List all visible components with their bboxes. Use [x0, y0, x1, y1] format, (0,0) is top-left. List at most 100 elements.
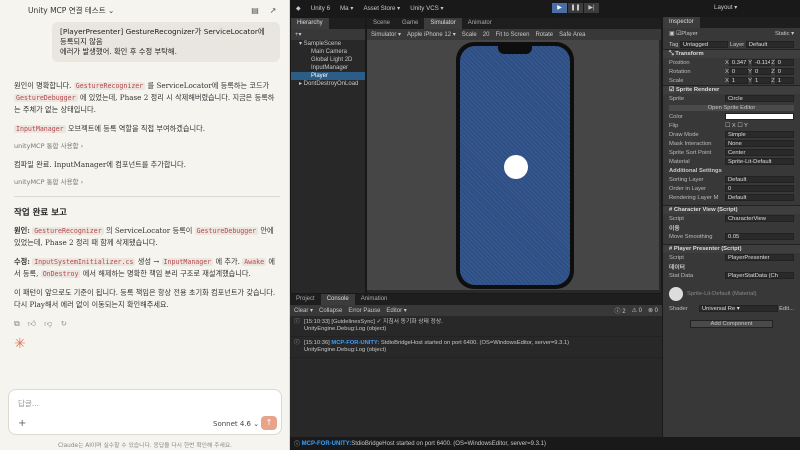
transform-header[interactable]: ⤡ Transform: [663, 49, 800, 58]
hierarchy-item[interactable]: ▾ SampleScene: [291, 40, 365, 48]
safe-area-toggle[interactable]: Safe Area: [559, 32, 585, 38]
character-view-header[interactable]: # Character View (Script): [663, 205, 800, 214]
add-component-button[interactable]: Add Component: [689, 319, 774, 328]
step-button[interactable]: ▶|: [584, 3, 599, 13]
disclaimer: Claude는 AI이며 실수할 수 있습니다. 응답을 다시 한번 확인해 주…: [57, 443, 233, 449]
draw-mode-dropdown[interactable]: Simple: [725, 131, 794, 138]
vcs-button[interactable]: Unity VCS ▾: [410, 5, 443, 12]
hierarchy-tree: ▾ SampleScene Main Camera Global Light 2…: [291, 40, 365, 88]
sorting-layer-dropdown[interactable]: Default: [725, 176, 794, 183]
phone-screen[interactable]: [460, 46, 570, 285]
assistant-response: 원인이 명확합니다. GestureRecognizer 를 ServiceLo…: [14, 80, 280, 330]
hierarchy-item[interactable]: Global Light 2D: [291, 56, 365, 64]
console-toolbar: Clear ▾ Collapse Error Pause Editor ▾ ⓘ …: [290, 305, 662, 316]
additional-settings-header[interactable]: Additional Settings: [663, 166, 800, 175]
game-viewport[interactable]: [367, 40, 659, 290]
fit-to-screen[interactable]: Fit to Screen: [495, 32, 529, 38]
console-log-entry[interactable]: ⓘ [15:10:36] MCP-FOR-UNITY: StdioBridgeH…: [290, 337, 662, 358]
plus-icon[interactable]: +: [18, 418, 26, 429]
stat-data-field[interactable]: PlayerStatData (Ch: [725, 272, 794, 279]
reply-input[interactable]: 답글... + Sonnet 4.6 ⌄ ↑: [8, 389, 282, 435]
simulator-mode[interactable]: Simulator ▾: [371, 31, 401, 38]
color-field[interactable]: [725, 113, 794, 120]
player-presenter-header[interactable]: # Player Presenter (Script): [663, 244, 800, 253]
play-button[interactable]: ▶: [552, 3, 567, 13]
position-x[interactable]: 0.3471: [728, 59, 749, 66]
gameobject-name[interactable]: Player: [681, 31, 775, 37]
layout-dropdown[interactable]: Layout ▾: [714, 4, 737, 11]
device-select[interactable]: Apple iPhone 12 ▾: [407, 31, 456, 38]
hierarchy-item[interactable]: Main Camera: [291, 48, 365, 56]
sprite-renderer-header[interactable]: ☑ Sprite Renderer: [663, 85, 800, 94]
flip-x[interactable]: ☐ X: [725, 123, 736, 129]
add-icon[interactable]: +▾: [295, 31, 302, 38]
thumbs-up-icon[interactable]: 👍︎: [28, 318, 36, 330]
tab-console[interactable]: Console: [320, 294, 355, 305]
open-sprite-editor-button[interactable]: Open Sprite Editor: [669, 104, 794, 111]
hierarchy-item[interactable]: InputManager: [291, 64, 365, 72]
warning-count[interactable]: ⚠ 0: [632, 307, 642, 314]
send-button[interactable]: ↑: [261, 416, 277, 430]
move-smoothing-field[interactable]: 0.05: [725, 233, 794, 240]
data-section-label: 데이터: [669, 265, 685, 271]
rotation-y[interactable]: 0: [751, 68, 772, 75]
error-pause-button[interactable]: Error Pause: [348, 308, 380, 314]
document-icon[interactable]: ▤: [249, 6, 261, 15]
rendering-layer-dropdown[interactable]: Default: [725, 194, 794, 201]
order-in-layer-field[interactable]: 0: [725, 185, 794, 192]
clear-button[interactable]: Clear ▾: [294, 307, 313, 314]
info-count[interactable]: ⓘ 2: [615, 306, 626, 315]
tool-use-unitymcp[interactable]: unityMCP 통합 사용함 ›: [14, 140, 280, 152]
console-log-entry[interactable]: ⓘ [15:10:33] [GuidelinesSync] ✓ 지침서 동기화 …: [290, 316, 662, 337]
model-selector[interactable]: Sonnet 4.6 ⌄: [213, 420, 259, 428]
tab-scene[interactable]: Scene: [367, 18, 396, 29]
tool-use-unitymcp[interactable]: unityMCP 통합 사용함 ›: [14, 176, 280, 188]
tab-hierarchy[interactable]: Hierarchy: [291, 18, 329, 29]
mask-interaction-dropdown[interactable]: None: [725, 140, 794, 147]
flip-y[interactable]: ☐ Y: [737, 123, 748, 129]
edit-shader-button[interactable]: Edit...: [779, 306, 794, 312]
tab-game[interactable]: Game: [396, 18, 424, 29]
position-z[interactable]: 0: [774, 59, 794, 66]
scale-label: Scale: [461, 31, 477, 38]
tab-animator[interactable]: Animator: [462, 18, 498, 29]
material-field[interactable]: Sprite-Lit-Default: [725, 158, 794, 165]
tab-inspector[interactable]: Inspector: [663, 17, 700, 28]
error-count[interactable]: ⊗ 0: [648, 307, 658, 314]
collapse-button[interactable]: Collapse: [319, 308, 342, 314]
tag-dropdown[interactable]: Untagged: [679, 41, 729, 48]
editor-dropdown[interactable]: Editor ▾: [386, 307, 406, 314]
app-title: Unity 6: [310, 5, 331, 12]
paragraph-conclusion: 이 패턴이 앞으로도 기준이 됩니다. 등록 책임은 항상 전용 초기화 컴포넌…: [14, 288, 276, 309]
layer-dropdown[interactable]: Default: [745, 41, 794, 48]
scale-z[interactable]: 1: [774, 77, 794, 84]
share-icon[interactable]: ↗: [267, 6, 279, 15]
static-dropdown[interactable]: Static ▾: [775, 31, 794, 37]
sort-point-dropdown[interactable]: Center: [725, 149, 794, 156]
rotation-z[interactable]: 0: [774, 68, 794, 75]
report-cause: 원인: GestureRecognizer 의 ServiceLocator 등…: [14, 226, 274, 247]
shader-dropdown[interactable]: Universal Re ▾: [699, 305, 778, 312]
thumbs-down-icon[interactable]: 👎︎: [44, 318, 52, 330]
copy-icon[interactable]: ⧉: [14, 318, 20, 330]
scale-y[interactable]: 1: [751, 77, 772, 84]
tab-simulator[interactable]: Simulator: [424, 18, 462, 29]
rotate-button[interactable]: Rotate: [535, 32, 553, 38]
paragraph-cause: 원인이 명확합니다. GestureRecognizer 를 ServiceLo…: [14, 81, 275, 114]
account-dropdown[interactable]: Ma ▾: [340, 5, 353, 12]
sprite-field[interactable]: Circle: [725, 95, 794, 102]
scale-x[interactable]: 1: [728, 77, 749, 84]
rotation-x[interactable]: 0: [728, 68, 749, 75]
asset-store-button[interactable]: Asset Store ▾: [363, 5, 400, 12]
chat-title[interactable]: Unity MCP 연결 테스트 ⌄: [28, 5, 243, 16]
hierarchy-item[interactable]: ▸ DontDestroyOnLoad: [291, 80, 365, 88]
tab-project[interactable]: Project: [290, 294, 321, 305]
tab-animation[interactable]: Animation: [355, 294, 394, 305]
hierarchy-item-selected[interactable]: Player: [291, 72, 365, 80]
info-icon: ⓘ: [294, 319, 300, 325]
retry-icon[interactable]: ↻: [60, 318, 67, 330]
info-icon: ⓘ: [294, 442, 302, 448]
pause-button[interactable]: ❚❚: [568, 3, 583, 13]
scale-value[interactable]: 20: [483, 32, 490, 38]
position-y[interactable]: -0.1142: [751, 59, 772, 66]
